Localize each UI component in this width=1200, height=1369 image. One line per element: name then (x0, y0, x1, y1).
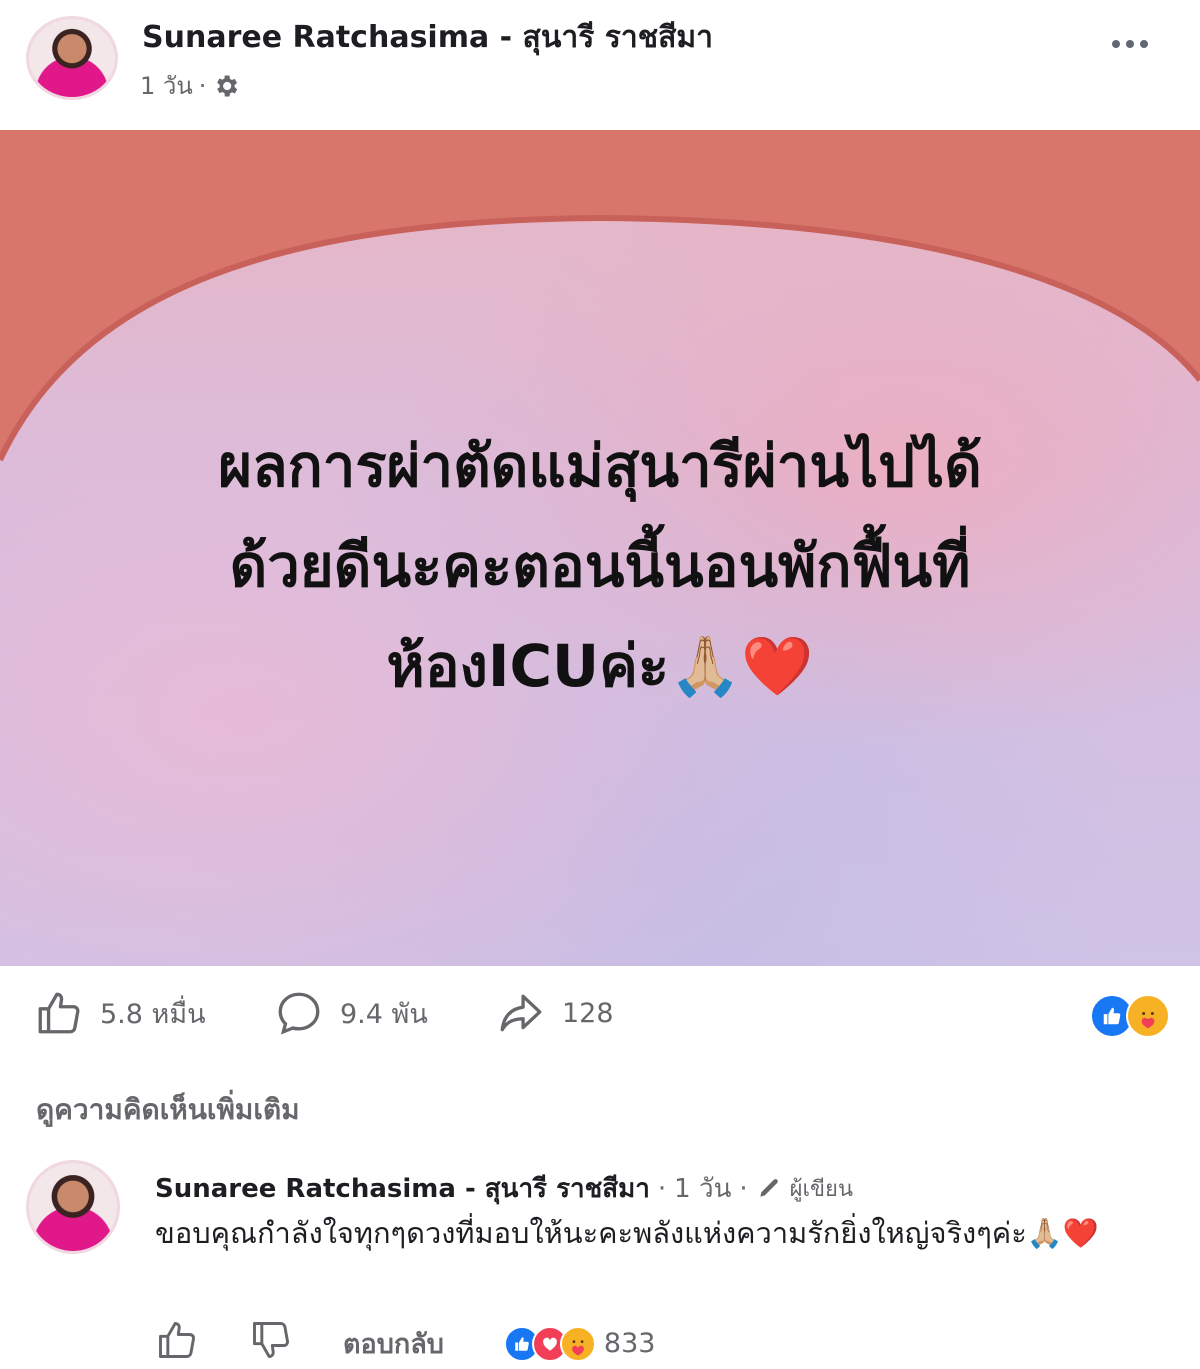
post-text-line-3: ห้องICUค่ะ🙏🏼❤️ (386, 632, 814, 700)
comment-reaction-count: 833 (603, 1328, 656, 1359)
post-time[interactable]: 1 วัน (140, 66, 193, 105)
like-count: 5.8 หมื่น (100, 998, 206, 1030)
comment-header: Sunaree Ratchasima - สุนารี ราชสีมา · 1 … (155, 1168, 853, 1209)
author-name[interactable]: Sunaree Ratchasima - สุนารี ราชสีมา (142, 14, 713, 61)
thumbs-up-icon (159, 1322, 195, 1358)
care-reaction-icon (559, 1325, 596, 1362)
care-reaction-icon (1126, 994, 1170, 1038)
comment-button[interactable]: 9.4 พัน (274, 988, 428, 1038)
comment-dislike-button[interactable] (249, 1318, 293, 1369)
share-button[interactable]: 128 (496, 988, 614, 1038)
comment-separator-1: · (657, 1173, 667, 1204)
comment-text: ขอบคุณกำลังใจทุกๆดวงที่มอบให้นะคะพลังแห่… (155, 1216, 1099, 1250)
reply-button[interactable]: ตอบกลับ (343, 1322, 444, 1365)
more-options-icon[interactable] (1112, 40, 1148, 48)
meta-separator: · (198, 71, 207, 100)
comment-actions: ตอบกลับ 833 (155, 1318, 655, 1369)
comment-time[interactable]: 1 วัน (674, 1168, 731, 1209)
comment-like-button[interactable] (155, 1318, 199, 1369)
post-text-line-2: ด้วยดีนะคะตอนนี้นอนพักฟื้นที่ (229, 532, 971, 600)
post-actions-bar: 5.8 หมื่น 9.4 พัน 128 (0, 966, 1200, 1066)
author-avatar[interactable] (26, 16, 118, 100)
comment-count: 9.4 พัน (340, 998, 428, 1030)
post-image[interactable]: ผลการผ่าตัดแม่สุนารีผ่านไปได้ ด้วยดีนะคะ… (0, 130, 1200, 966)
comment-bubble-icon (278, 992, 320, 1035)
author-badge: ผู้เขียน (789, 1177, 853, 1202)
comment-separator-2: · (739, 1173, 748, 1204)
reaction-summary[interactable] (1090, 994, 1170, 1038)
thumbs-up-icon (38, 992, 80, 1034)
share-arrow-icon (500, 994, 542, 1032)
comment-author[interactable]: Sunaree Ratchasima - สุนารี ราชสีมา (155, 1168, 650, 1209)
pen-icon (759, 1178, 778, 1197)
post-meta: 1 วัน · (140, 66, 240, 105)
like-button[interactable]: 5.8 หมื่น (34, 988, 206, 1038)
thumbs-down-icon (253, 1322, 289, 1358)
privacy-settings-icon[interactable] (212, 72, 240, 100)
post-image-text: ผลการผ่าตัดแม่สุนารีผ่านไปได้ ด้วยดีนะคะ… (0, 416, 1200, 716)
comment-reaction-summary[interactable]: 833 (503, 1325, 656, 1362)
share-count: 128 (562, 997, 614, 1029)
commenter-avatar[interactable] (26, 1160, 120, 1254)
post-text-line-1: ผลการผ่าตัดแม่สุนารีผ่านไปได้ (218, 432, 982, 500)
post-header: Sunaree Ratchasima - สุนารี ราชสีมา 1 วั… (0, 0, 1200, 130)
view-more-comments-link[interactable]: ดูความคิดเห็นเพิ่มเติม (36, 1088, 300, 1132)
